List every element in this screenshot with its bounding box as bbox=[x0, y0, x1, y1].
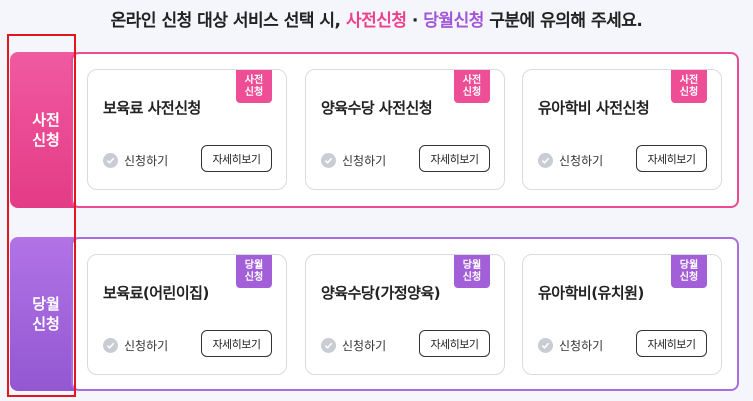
detail-button[interactable]: 자세히보기 bbox=[419, 330, 490, 357]
page-headline: 온라인 신청 대상 서비스 선택 시, 사전신청 · 당월신청 구분에 유의해 … bbox=[0, 6, 753, 31]
check-icon bbox=[103, 153, 118, 168]
detail-button[interactable]: 자세히보기 bbox=[419, 145, 490, 172]
status-badge: 당월 신청 bbox=[454, 255, 490, 288]
check-icon bbox=[538, 153, 553, 168]
section-card-container: 사전 신청 보육료 사전신청 신청하기 자세히보기 사전 신청 양육수당 사전신… bbox=[71, 52, 739, 208]
service-card: 당월 신청 보육료(어린이집) 신청하기 자세히보기 bbox=[87, 254, 287, 375]
apply-link[interactable]: 신청하기 bbox=[321, 152, 386, 169]
apply-label: 신청하기 bbox=[124, 154, 169, 168]
apply-label: 신청하기 bbox=[342, 339, 387, 353]
badge-text: 사전 신청 bbox=[244, 75, 264, 98]
card-title: 보육료 사전신청 bbox=[103, 99, 201, 117]
badge-text: 사전 신청 bbox=[679, 75, 699, 98]
card-title: 양육수당(가정양육) bbox=[321, 284, 441, 302]
badge-text: 사전 신청 bbox=[462, 75, 482, 98]
status-badge: 사전 신청 bbox=[236, 70, 272, 103]
service-card: 당월 신청 유아학비(유치원) 신청하기 자세히보기 bbox=[522, 254, 722, 375]
service-card: 사전 신청 양육수당 사전신청 신청하기 자세히보기 bbox=[305, 69, 505, 190]
headline-highlight-now: 당월신청 bbox=[423, 11, 484, 31]
card-title: 유아학비 사전신청 bbox=[538, 99, 650, 117]
apply-label: 신청하기 bbox=[559, 339, 604, 353]
check-icon bbox=[103, 338, 118, 353]
apply-link[interactable]: 신청하기 bbox=[538, 337, 603, 354]
badge-text: 당월 신청 bbox=[244, 260, 264, 283]
check-icon bbox=[538, 338, 553, 353]
apply-label: 신청하기 bbox=[124, 339, 169, 353]
status-badge: 당월 신청 bbox=[236, 255, 272, 288]
detail-button[interactable]: 자세히보기 bbox=[201, 330, 272, 357]
headline-separator: · bbox=[406, 11, 424, 31]
service-card: 당월 신청 양육수당(가정양육) 신청하기 자세히보기 bbox=[305, 254, 505, 375]
section-card-container: 당월 신청 보육료(어린이집) 신청하기 자세히보기 당월 신청 양육수당(가정… bbox=[71, 237, 739, 391]
card-title: 보육료(어린이집) bbox=[103, 284, 209, 302]
status-badge: 당월 신청 bbox=[671, 255, 707, 288]
card-title: 유아학비(유치원) bbox=[538, 284, 644, 302]
status-badge: 사전 신청 bbox=[454, 70, 490, 103]
apply-link[interactable]: 신청하기 bbox=[538, 152, 603, 169]
service-card: 사전 신청 유아학비 사전신청 신청하기 자세히보기 bbox=[522, 69, 722, 190]
status-badge: 사전 신청 bbox=[671, 70, 707, 103]
check-icon bbox=[321, 153, 336, 168]
check-icon bbox=[321, 338, 336, 353]
section-current-month-application: 당월 신청 당월 신청 보육료(어린이집) 신청하기 자세히보기 당월 신청 양… bbox=[10, 237, 739, 391]
detail-button[interactable]: 자세히보기 bbox=[636, 145, 707, 172]
service-card: 사전 신청 보육료 사전신청 신청하기 자세히보기 bbox=[87, 69, 287, 190]
detail-button[interactable]: 자세히보기 bbox=[636, 330, 707, 357]
headline-suffix: 구분에 유의해 주세요. bbox=[483, 11, 643, 31]
apply-link[interactable]: 신청하기 bbox=[321, 337, 386, 354]
detail-button[interactable]: 자세히보기 bbox=[201, 145, 272, 172]
apply-label: 신청하기 bbox=[342, 154, 387, 168]
apply-link[interactable]: 신청하기 bbox=[103, 337, 168, 354]
section-pre-application: 사전 신청 사전 신청 보육료 사전신청 신청하기 자세히보기 사전 신청 양육… bbox=[10, 52, 739, 208]
badge-text: 당월 신청 bbox=[462, 260, 482, 283]
apply-label: 신청하기 bbox=[559, 154, 604, 168]
badge-text: 당월 신청 bbox=[679, 260, 699, 283]
highlight-outline bbox=[7, 34, 76, 397]
apply-link[interactable]: 신청하기 bbox=[103, 152, 168, 169]
headline-highlight-pre: 사전신청 bbox=[345, 11, 407, 31]
headline-prefix: 온라인 신청 대상 서비스 선택 시, bbox=[110, 11, 346, 31]
card-title: 양육수당 사전신청 bbox=[321, 99, 433, 117]
